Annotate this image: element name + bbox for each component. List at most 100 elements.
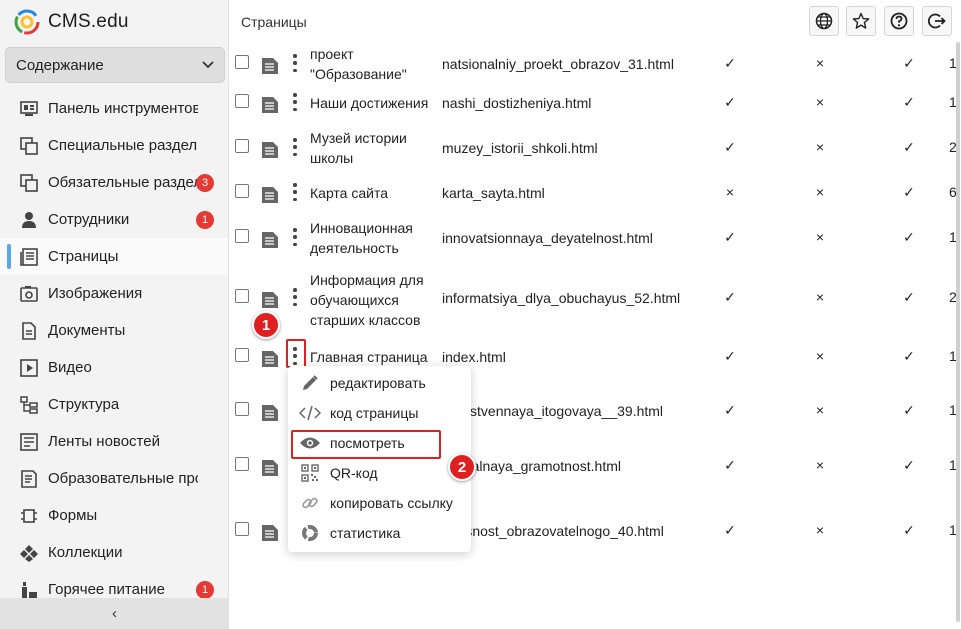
sidebar-item-label: Документы xyxy=(48,322,126,339)
status-col-3: ✓ xyxy=(903,289,915,305)
menu-item-label: копировать ссылку xyxy=(330,495,453,511)
menu-item-copy-link[interactable]: копировать ссылку xyxy=(288,488,471,518)
menu-item-label: QR-код xyxy=(330,465,378,481)
status-col-2: × xyxy=(815,402,825,418)
row-checkbox[interactable] xyxy=(235,184,249,198)
page-name[interactable]: Информация для обучающихся старших класс… xyxy=(310,270,440,330)
status-col-3: ✓ xyxy=(903,184,915,200)
sidebar-item-news-feeds[interactable]: Ленты новостей xyxy=(0,423,228,460)
status-col-1: ✓ xyxy=(724,229,736,245)
notification-badge: 3 xyxy=(196,174,214,192)
sidebar-item-documents[interactable]: Документы xyxy=(0,312,228,349)
status-col-2: × xyxy=(815,184,825,200)
documents-icon xyxy=(19,321,39,341)
document-icon xyxy=(261,186,279,206)
row-checkbox[interactable] xyxy=(235,457,249,471)
table-row[interactable]: Информация для обучающихся старших класс… xyxy=(229,272,961,328)
sidebar-item-education-programs[interactable]: Образовательные программы xyxy=(0,460,228,497)
status-col-2: × xyxy=(815,94,825,110)
table-row[interactable]: Карта сайта karta_sayta.html × × ✓ 6 xyxy=(229,178,961,208)
kebab-menu-icon[interactable] xyxy=(292,183,298,201)
sidebar-nav: Панель инструментов Специальные разделы … xyxy=(0,90,228,608)
sidebar-item-dashboard[interactable]: Панель инструментов xyxy=(0,90,228,127)
sidebar-item-label: Сотрудники xyxy=(48,211,130,228)
document-icon xyxy=(261,404,279,424)
sidebar-item-images[interactable]: Изображения xyxy=(0,275,228,312)
row-checkbox[interactable] xyxy=(235,348,249,362)
table-row[interactable]: Инновационная деятельность innovatsionna… xyxy=(229,218,961,258)
kebab-menu-icon[interactable] xyxy=(292,54,298,72)
kebab-menu-icon[interactable] xyxy=(292,93,298,111)
row-actions-menu: редактировать код страницы посмотреть QR… xyxy=(288,366,471,552)
sidebar-item-structure[interactable]: Структура xyxy=(0,386,228,423)
page-filename[interactable]: index.html xyxy=(442,347,506,367)
status-col-3: ✓ xyxy=(903,457,915,473)
education-icon xyxy=(19,469,39,489)
page-filename[interactable]: muzey_istorii_shkoli.html xyxy=(442,138,598,158)
sidebar-item-label: Страницы xyxy=(48,248,119,265)
table-row[interactable]: Наши достижения nashi_dostizheniya.html … xyxy=(229,88,961,118)
status-col-3: ✓ xyxy=(903,402,915,418)
section-dropdown[interactable]: Содержание xyxy=(5,47,225,83)
sidebar-item-collections[interactable]: Коллекции xyxy=(0,534,228,571)
sidebar-item-pages[interactable]: Страницы xyxy=(0,238,228,275)
page-filename[interactable]: nashi_dostizheniya.html xyxy=(442,93,591,113)
kebab-menu-icon[interactable] xyxy=(292,138,298,156)
row-checkbox[interactable] xyxy=(235,229,249,243)
page-filename[interactable]: karta_sayta.html xyxy=(442,183,545,203)
menu-item-statistics[interactable]: статистика xyxy=(288,518,471,548)
page-name[interactable]: Инновационная деятельность xyxy=(310,218,440,258)
sidebar-item-label: Формы xyxy=(48,507,98,524)
page-name[interactable]: Наши достижения xyxy=(310,93,440,113)
scrollbar[interactable] xyxy=(953,42,961,629)
page-name[interactable]: Карта сайта xyxy=(310,183,440,203)
sidebar-item-special-sections[interactable]: Специальные разделы xyxy=(0,127,228,164)
page-filename[interactable]: natsionalniy_proekt_obrazov_31.html xyxy=(442,54,674,74)
row-checkbox[interactable] xyxy=(235,522,249,536)
page-filename[interactable]: opasnost_obrazovatelnogo_40.html xyxy=(442,521,664,541)
globe-icon xyxy=(815,12,833,30)
sidebar-item-staff[interactable]: Сотрудники 1 xyxy=(0,201,228,238)
language-button[interactable] xyxy=(809,6,839,36)
highlight-view-box xyxy=(291,430,441,459)
status-col-3: ✓ xyxy=(903,94,915,110)
row-checkbox[interactable] xyxy=(235,139,249,153)
page-name[interactable]: проект "Образование" xyxy=(310,44,440,84)
page-filename[interactable]: informatsiya_dlya_obuchayus_52.html xyxy=(442,288,680,308)
sidebar-item-label: Ленты новостей xyxy=(48,433,160,450)
sidebar-item-video[interactable]: Видео xyxy=(0,349,228,386)
document-icon xyxy=(261,96,279,116)
menu-item-qr-code[interactable]: QR-код xyxy=(288,458,471,488)
status-col-2: × xyxy=(815,289,825,305)
page-title: Страницы xyxy=(241,14,307,30)
status-col-1: ✓ xyxy=(724,139,736,155)
row-checkbox[interactable] xyxy=(235,289,249,303)
favorites-button[interactable] xyxy=(846,6,876,36)
logout-button[interactable] xyxy=(922,6,952,36)
row-checkbox[interactable] xyxy=(235,55,249,69)
sidebar-collapse-button[interactable]: ‹ xyxy=(0,598,229,629)
table-row[interactable]: Музей истории школы muzey_istorii_shkoli… xyxy=(229,128,961,168)
news-icon xyxy=(19,432,39,452)
scrollbar-thumb[interactable] xyxy=(956,42,960,622)
pages-icon xyxy=(19,247,39,267)
menu-item-page-code[interactable]: код страницы xyxy=(288,398,471,428)
structure-icon xyxy=(19,395,39,415)
page-filename[interactable]: innovatsionnaya_deyatelnost.html xyxy=(442,228,653,248)
page-name[interactable]: Музей истории школы xyxy=(310,128,440,168)
page-name[interactable]: Главная страница xyxy=(310,347,440,367)
highlight-kebab-box xyxy=(286,339,306,368)
sidebar-item-forms[interactable]: Формы xyxy=(0,497,228,534)
chevron-down-icon xyxy=(202,58,214,72)
row-checkbox[interactable] xyxy=(235,402,249,416)
table-row[interactable]: проект "Образование" natsionalniy_proekt… xyxy=(229,42,961,86)
app-logo[interactable]: CMS.edu xyxy=(14,8,129,36)
kebab-menu-icon[interactable] xyxy=(292,228,298,246)
help-button[interactable] xyxy=(884,6,914,36)
kebab-menu-icon[interactable] xyxy=(292,288,298,306)
page-filename[interactable]: udarstvennaya_itogovaya__39.html xyxy=(442,401,663,421)
menu-item-edit[interactable]: редактировать xyxy=(288,368,471,398)
sidebar-item-required-sections[interactable]: Обязательные разделы 3 xyxy=(0,164,228,201)
menu-item-label: статистика xyxy=(330,525,401,541)
row-checkbox[interactable] xyxy=(235,94,249,108)
